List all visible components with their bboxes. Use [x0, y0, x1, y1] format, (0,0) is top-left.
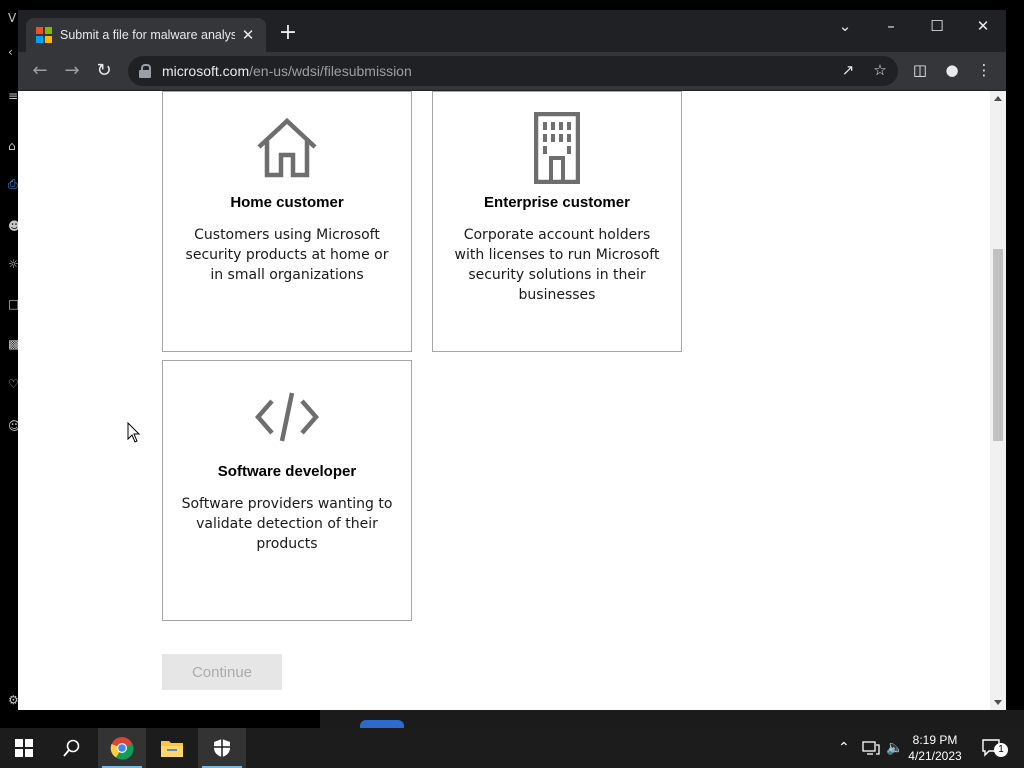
bg-home-icon: ⌂ [8, 139, 16, 153]
tab-bar: Submit a file for malware analysis ✕ + ⌄… [18, 10, 1006, 52]
start-button[interactable] [0, 728, 48, 768]
system-clock[interactable]: 8:19 PM 4/21/2023 [904, 732, 966, 764]
close-window-button[interactable]: ✕ [968, 16, 998, 36]
bg-back-icon: ‹ [8, 45, 13, 59]
tray-chevron-up-icon[interactable]: ⌃ [838, 728, 850, 768]
chrome-icon [110, 737, 134, 760]
windows-logo-icon [15, 739, 33, 757]
search-icon [63, 739, 80, 757]
taskbar: ⌃ 🔈 8:19 PM 4/21/2023 1 [0, 728, 1024, 768]
back-button[interactable]: ← [28, 60, 52, 82]
profile-icon[interactable]: ● [942, 60, 962, 80]
taskbar-file-explorer[interactable] [148, 728, 196, 768]
clock-time: 8:19 PM [912, 733, 958, 747]
search-button[interactable] [48, 728, 96, 768]
volume-icon[interactable]: 🔈 [886, 728, 903, 768]
page-scrollbar[interactable] [990, 91, 1006, 710]
card-software-developer[interactable]: Software developer Software providers wa… [162, 360, 412, 621]
card-description: Corporate account holders with licenses … [454, 227, 660, 303]
tab-title: Submit a file for malware analysis [60, 28, 235, 42]
browser-toolbar: ← → ↻ microsoft.com/en-us/wdsi/filesubmi… [18, 52, 1006, 90]
page-viewport: Home customer Customers using Microsoft … [18, 91, 1006, 710]
notification-badge: 1 [994, 743, 1008, 757]
shield-icon [214, 739, 230, 757]
card-description: Customers using Microsoft security produ… [185, 227, 389, 283]
bg-glyph: V [8, 11, 17, 25]
scroll-down-arrow[interactable] [994, 700, 1002, 705]
tab-close-icon[interactable]: ✕ [240, 26, 256, 44]
notification-center-button[interactable]: 1 [982, 728, 1008, 768]
card-title: Home customer [230, 194, 344, 211]
scroll-thumb[interactable] [993, 249, 1003, 441]
menu-kebab-icon[interactable]: ⋮ [974, 60, 994, 80]
bg-menu-icon: ≡ [8, 89, 19, 103]
bg-shield-icon: ⎙ [8, 177, 18, 191]
side-panel-icon[interactable]: ◫ [910, 60, 930, 80]
background-app-edge: V ‹ ≡ ⌂ ⎙ ☻ ☼ □ ▩ ♡ ☺ ⚙ [0, 0, 21, 728]
house-icon [257, 117, 317, 178]
background-app-strip [320, 710, 1024, 730]
scroll-up-arrow[interactable] [994, 96, 1002, 101]
address-bar[interactable]: microsoft.com/en-us/wdsi/filesubmission [128, 56, 898, 86]
lock-icon [138, 64, 152, 78]
code-icon [255, 392, 319, 442]
card-title: Enterprise customer [484, 194, 630, 211]
building-icon [534, 112, 580, 184]
card-enterprise-customer[interactable]: Enterprise customer Corporate account ho… [432, 91, 682, 352]
minimize-button[interactable]: – [876, 16, 906, 36]
card-home-customer[interactable]: Home customer Customers using Microsoft … [162, 91, 412, 352]
microsoft-logo-icon [36, 27, 52, 43]
browser-window: Submit a file for malware analysis ✕ + ⌄… [18, 10, 1006, 710]
tab-search-icon[interactable]: ⌄ [830, 16, 860, 36]
folder-icon [161, 741, 183, 757]
new-tab-button[interactable]: + [276, 22, 300, 44]
taskbar-chrome[interactable] [98, 728, 146, 768]
bookmark-star-icon[interactable]: ☆ [870, 60, 890, 80]
tab-active[interactable]: Submit a file for malware analysis ✕ [26, 18, 266, 52]
network-icon[interactable] [862, 728, 880, 768]
url-text: microsoft.com/en-us/wdsi/filesubmission [162, 63, 412, 79]
taskbar-windows-security[interactable] [198, 728, 246, 768]
clock-date: 4/21/2023 [908, 749, 962, 763]
network-monitor-icon [862, 741, 880, 755]
card-title: Software developer [217, 463, 357, 480]
card-description: Software providers wanting to validate d… [181, 496, 393, 552]
reload-button[interactable]: ↻ [92, 60, 116, 82]
maximize-button[interactable]: ☐ [922, 16, 952, 36]
forward-button[interactable]: → [60, 60, 84, 82]
share-icon[interactable]: ↗ [838, 60, 858, 80]
mouse-cursor-icon [127, 422, 141, 443]
continue-button[interactable]: Continue [162, 654, 282, 690]
